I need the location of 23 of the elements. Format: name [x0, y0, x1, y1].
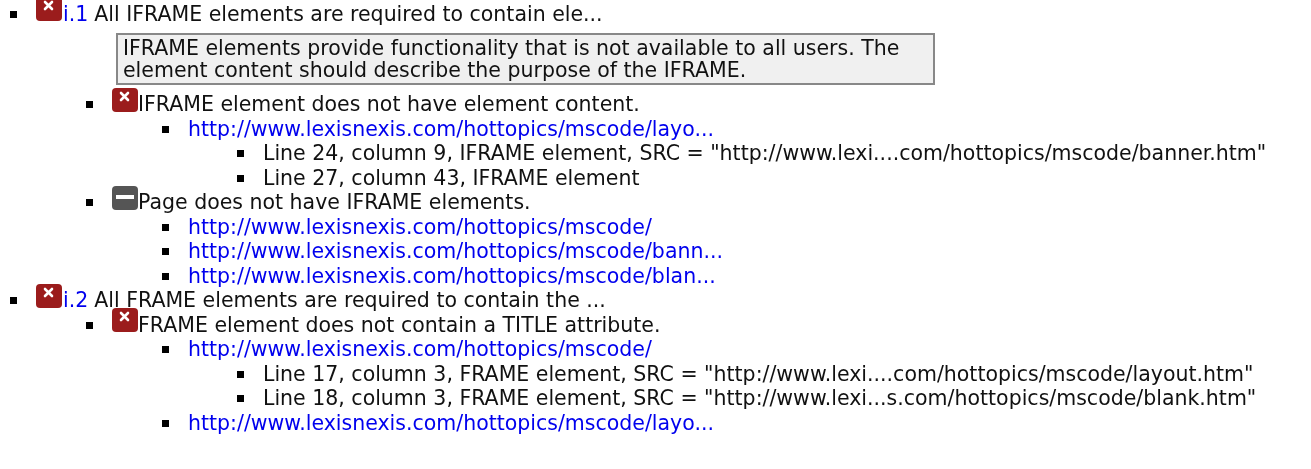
bullet-icon	[162, 272, 169, 280]
bullet-icon	[10, 10, 17, 18]
error-icon	[112, 308, 138, 333]
bullet-icon	[86, 101, 93, 109]
bullet-icon	[237, 150, 244, 158]
bullet-icon	[162, 223, 169, 231]
error-icon	[36, 283, 62, 308]
bullet-icon	[10, 297, 17, 305]
bullet-icon	[162, 346, 169, 354]
bullet-icon	[162, 248, 169, 256]
bullet-icon	[162, 419, 169, 427]
rule-title: All IFRAME elements are required to contain ele...	[94, 0, 603, 28]
bullet-icon	[162, 125, 169, 133]
minus-icon	[112, 185, 138, 210]
bullet-icon	[237, 395, 244, 403]
bullet-icon	[237, 174, 244, 182]
bullet-icon	[86, 321, 93, 329]
bullet-icon	[237, 370, 244, 378]
error-icon	[112, 87, 138, 112]
rule-link[interactable]: i.1	[63, 0, 89, 30]
bullet-icon	[86, 199, 93, 207]
rule-description: IFRAME elements provide functionality that is not available to all users. The element content should describe the purpose of the IFRAME.	[116, 32, 935, 85]
rule-link[interactable]: i.2	[63, 285, 89, 317]
